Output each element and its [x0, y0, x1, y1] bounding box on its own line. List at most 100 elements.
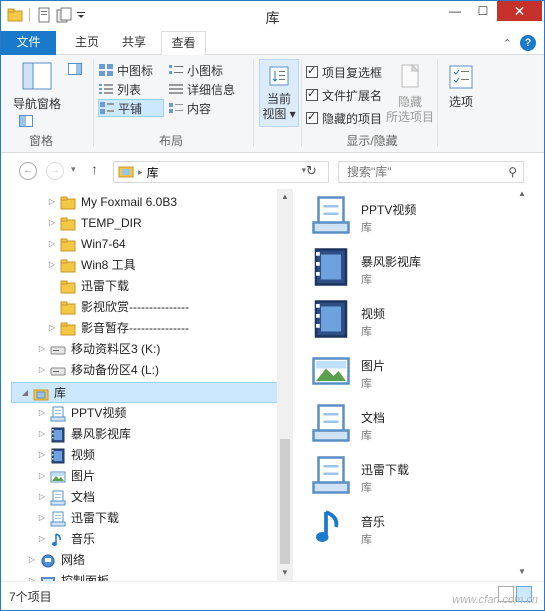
- tree-item-libraries[interactable]: ◢ 库: [11, 382, 287, 403]
- current-view-button[interactable]: 当前 视图 ▾: [259, 59, 299, 127]
- close-button[interactable]: ✕: [497, 1, 542, 21]
- item-checkboxes-checkbox[interactable]: [306, 64, 318, 78]
- item-checkboxes-toggle[interactable]: 项目复选框: [306, 63, 382, 81]
- tree-item[interactable]: ▷ PPTV视频: [1, 402, 126, 423]
- expand-arrow-icon[interactable]: ▷: [47, 239, 57, 248]
- tree-item[interactable]: ▷ 视频: [1, 444, 95, 465]
- maximize-button[interactable]: ☐: [469, 1, 497, 21]
- search-icon[interactable]: ⚲: [508, 162, 517, 182]
- tab-home[interactable]: 主页: [67, 31, 107, 55]
- small-icons-option[interactable]: 小图标: [169, 61, 223, 79]
- library-music-icon: [50, 532, 66, 546]
- tree-item[interactable]: ▷ 网络: [1, 549, 85, 570]
- nav-pane-scrollbar[interactable]: ▲ ▼: [277, 189, 293, 581]
- tree-item[interactable]: ▷ 迅雷下载: [1, 507, 119, 528]
- navigation-pane-button[interactable]: 导航窗格: [9, 61, 65, 112]
- expand-arrow-icon[interactable]: ◢: [20, 388, 30, 397]
- address-box[interactable]: ▸ 库 ▾: [113, 161, 329, 183]
- status-bar: 7个项目 www.cfan.com.cn: [1, 581, 544, 610]
- expand-arrow-icon[interactable]: ▷: [37, 429, 47, 438]
- folder-icon: [60, 300, 76, 314]
- library-video-icon: [311, 299, 351, 343]
- help-icon[interactable]: ?: [520, 35, 536, 51]
- library-tile[interactable]: 图片库: [297, 347, 513, 399]
- content-option[interactable]: 内容: [169, 99, 211, 117]
- scroll-down-arrow[interactable]: ▼: [515, 567, 529, 581]
- breadcrumb-chevron-icon[interactable]: ▸: [138, 167, 143, 178]
- expand-arrow-icon[interactable]: ▷: [37, 513, 47, 522]
- scroll-down-arrow[interactable]: ▼: [277, 565, 293, 581]
- tree-item[interactable]: ▷ 移动资料区3 (K:): [1, 338, 160, 359]
- tree-item[interactable]: ▷ 控制面板: [1, 570, 109, 581]
- minimize-button[interactable]: —: [441, 1, 469, 21]
- hidden-items-checkbox[interactable]: [306, 110, 318, 124]
- hide-selected-button[interactable]: 隐藏 所选项目: [385, 63, 435, 125]
- library-type: 库: [361, 274, 372, 286]
- expand-arrow-icon[interactable]: ▷: [37, 365, 47, 374]
- hidden-items-toggle[interactable]: 隐藏的项目: [306, 109, 382, 127]
- preview-pane-icon[interactable]: [68, 63, 82, 75]
- expand-arrow-icon[interactable]: ▷: [37, 492, 47, 501]
- tree-item[interactable]: ▷ 图片: [1, 465, 95, 486]
- tree-item[interactable]: ▷ My Foxmail 6.0B3: [1, 191, 177, 212]
- details-option[interactable]: 详细信息: [169, 80, 235, 98]
- tree-item[interactable]: ▷ Win8 工具: [1, 254, 136, 275]
- file-extensions-checkbox[interactable]: [306, 87, 318, 101]
- expand-arrow-icon[interactable]: ▷: [27, 555, 37, 564]
- library-tile[interactable]: PPTV视频库: [297, 191, 513, 243]
- expand-arrow-icon[interactable]: ▷: [47, 218, 57, 227]
- title-bar: 库 — ☐ ✕: [1, 1, 544, 31]
- tab-file[interactable]: 文件: [1, 31, 56, 55]
- tree-item[interactable]: ▷ 移动备份区4 (L:): [1, 359, 159, 380]
- address-path[interactable]: 库: [147, 164, 159, 181]
- search-input[interactable]: 搜索"库" ⚲: [338, 161, 524, 183]
- expand-arrow-icon[interactable]: ▷: [37, 344, 47, 353]
- refresh-icon[interactable]: ↻: [306, 163, 317, 179]
- tab-view[interactable]: 查看: [161, 31, 206, 56]
- library-tile[interactable]: 音乐库: [297, 503, 513, 555]
- tree-item[interactable]: ▷ 音乐: [1, 528, 95, 549]
- options-button[interactable]: 选项: [443, 63, 479, 110]
- expand-arrow-icon[interactable]: ▷: [47, 197, 57, 206]
- expand-arrow-icon[interactable]: ▷: [37, 450, 47, 459]
- library-tile[interactable]: 视频库: [297, 295, 513, 347]
- expand-arrow-icon[interactable]: ▷: [37, 471, 47, 480]
- library-tile[interactable]: 迅雷下载库: [297, 451, 513, 503]
- network-icon: [40, 553, 56, 567]
- expand-arrow-icon[interactable]: ▷: [47, 260, 57, 269]
- tiles-option[interactable]: 平铺: [98, 99, 164, 117]
- back-button[interactable]: ←: [19, 162, 37, 180]
- library-tile[interactable]: 暴风影视库库: [297, 243, 513, 295]
- details-pane-icon[interactable]: [19, 115, 33, 127]
- expand-arrow-icon[interactable]: ▷: [37, 408, 47, 417]
- up-button[interactable]: ↑: [91, 161, 98, 177]
- expand-arrow-icon[interactable]: ▷: [37, 534, 47, 543]
- file-extensions-toggle[interactable]: 文件扩展名: [306, 86, 382, 104]
- tree-item[interactable]: ▷ 影音暂存---------------: [1, 317, 189, 338]
- content-scrollbar[interactable]: ▲ ▼: [513, 189, 530, 581]
- scroll-up-arrow[interactable]: ▲: [277, 189, 293, 205]
- hide-selected-label-1: 隐藏: [397, 95, 422, 109]
- recent-locations-icon[interactable]: ▾: [71, 164, 76, 175]
- library-name: 文档: [361, 411, 386, 425]
- folder-icon: [60, 321, 76, 335]
- tree-item[interactable]: ▷ 文档: [1, 486, 95, 507]
- tree-item[interactable]: 迅雷下载: [1, 275, 129, 296]
- expand-arrow-icon[interactable]: ▷: [47, 323, 57, 332]
- tree-item[interactable]: ▷ TEMP_DIR: [1, 212, 142, 233]
- forward-button[interactable]: →: [46, 162, 64, 180]
- tree-item[interactable]: ▷ Win7-64: [1, 233, 126, 254]
- list-option[interactable]: 列表: [99, 80, 141, 98]
- navigation-pane-icon: [22, 62, 52, 90]
- medium-icons-option[interactable]: 中图标: [99, 61, 153, 79]
- options-icon: [449, 65, 473, 89]
- scroll-thumb[interactable]: [280, 439, 290, 564]
- expand-ribbon-icon[interactable]: ⌃: [503, 37, 512, 50]
- tree-item-label: 图片: [71, 469, 96, 483]
- tree-item[interactable]: 影视欣赏---------------: [1, 296, 189, 317]
- tree-item[interactable]: ▷ 暴风影视库: [1, 423, 131, 444]
- tab-share[interactable]: 共享: [114, 31, 154, 55]
- ribbon-help-area: ⌃ ?: [503, 35, 536, 51]
- library-tile[interactable]: 文档库: [297, 399, 513, 451]
- scroll-up-arrow[interactable]: ▲: [515, 189, 529, 203]
